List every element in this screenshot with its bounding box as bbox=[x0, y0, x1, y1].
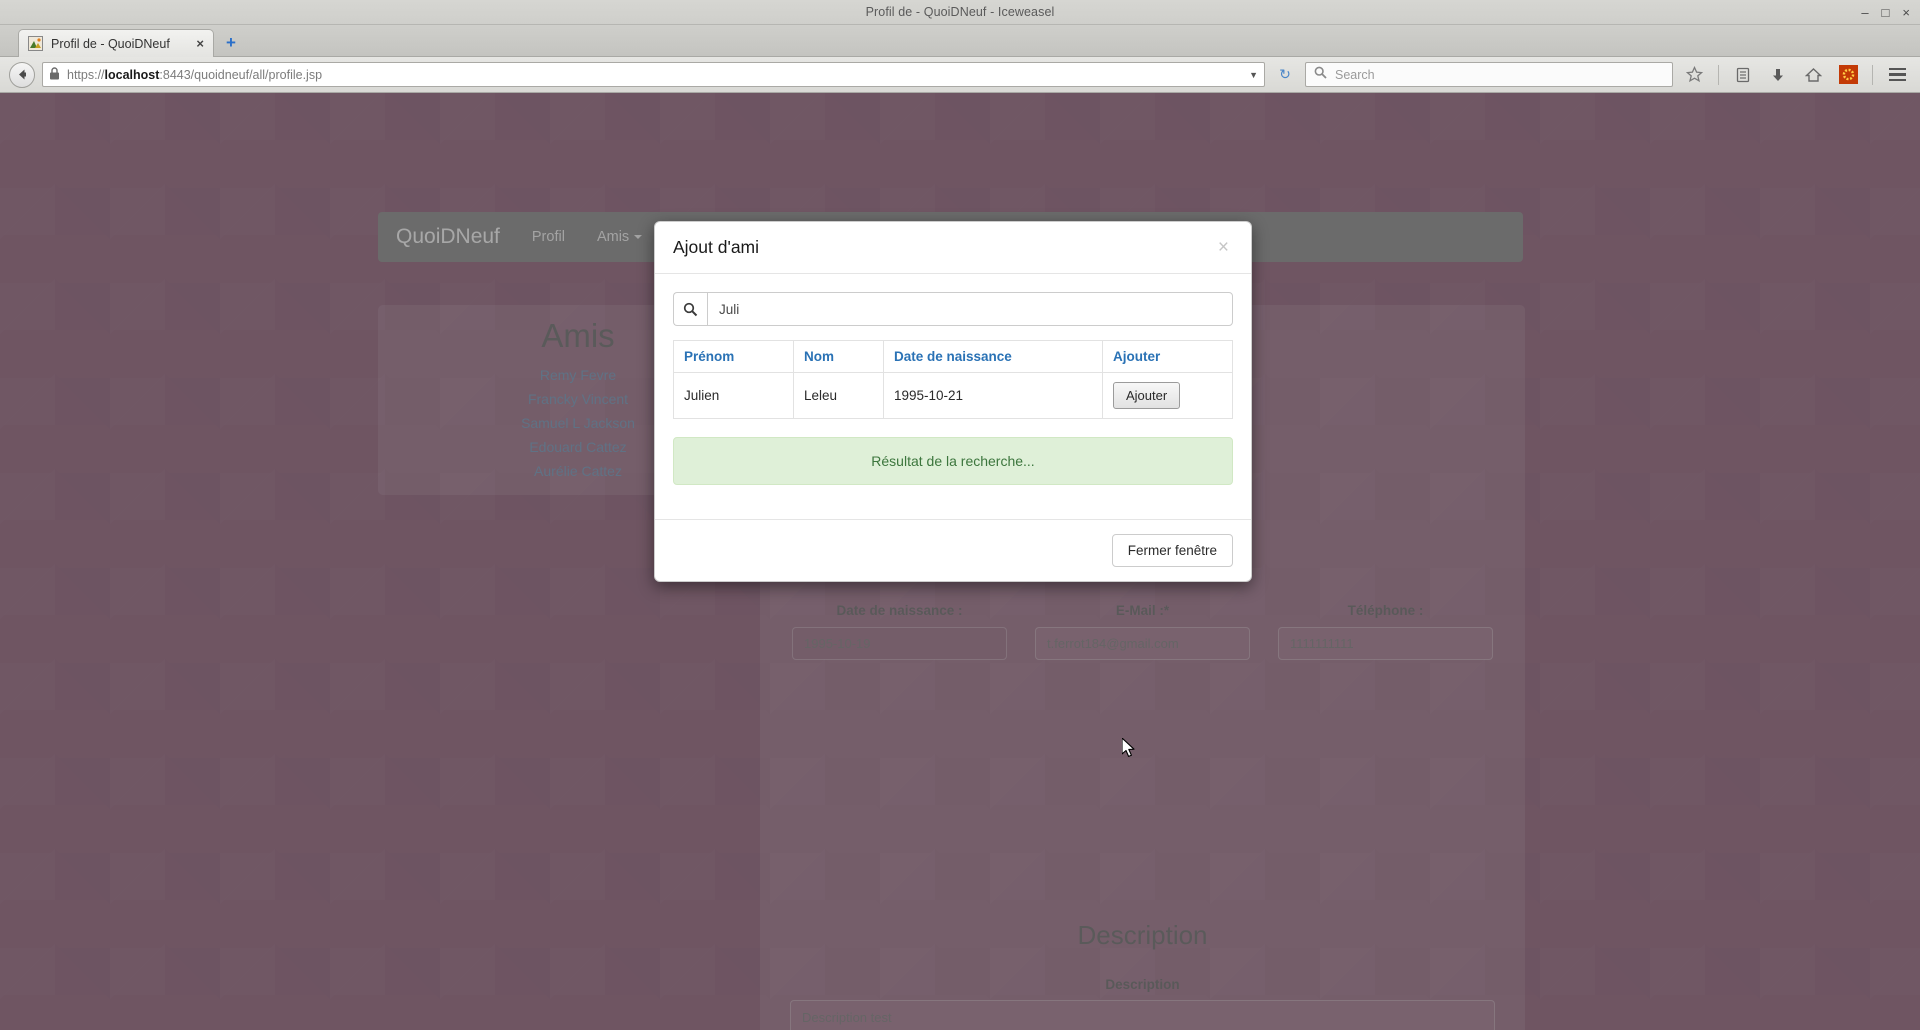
ajouter-button[interactable]: Ajouter bbox=[1113, 382, 1181, 409]
fermer-fenetre-button[interactable]: Fermer fenêtre bbox=[1111, 534, 1233, 567]
browser-search-placeholder: Search bbox=[1335, 67, 1375, 82]
toolbar-divider bbox=[1718, 64, 1719, 85]
close-window-button[interactable]: × bbox=[1902, 6, 1910, 19]
modal-body: Prénom Nom Date de naissance Ajouter Jul… bbox=[655, 274, 1251, 519]
url-text: https://localhost:8443/quoidneuf/all/pro… bbox=[67, 67, 323, 82]
tab-close-icon[interactable]: × bbox=[196, 36, 204, 51]
downloads-icon[interactable] bbox=[1764, 61, 1792, 89]
reload-button[interactable]: ↻ bbox=[1272, 62, 1298, 87]
hamburger-glyph-icon bbox=[1888, 67, 1906, 82]
close-icon[interactable]: × bbox=[1214, 238, 1233, 257]
table-row: Julien Leleu 1995-10-21 Ajouter bbox=[673, 372, 1233, 419]
reading-list-icon[interactable] bbox=[1729, 61, 1757, 89]
window-title: Profil de - QuoiDNeuf - Iceweasel bbox=[865, 5, 1055, 19]
column-header-date-de-naissance[interactable]: Date de naissance bbox=[883, 340, 1103, 373]
window-controls: – □ × bbox=[1861, 0, 1910, 25]
modal-title: Ajout d'ami bbox=[673, 237, 760, 257]
search-icon bbox=[1314, 66, 1327, 84]
addon-icon[interactable] bbox=[1834, 61, 1862, 89]
tab-title: Profil de - QuoiDNeuf bbox=[51, 36, 170, 51]
cell-date: 1995-10-21 bbox=[883, 372, 1103, 419]
window-titlebar: Profil de - QuoiDNeuf - Iceweasel – □ × bbox=[0, 0, 1920, 25]
menu-icon[interactable] bbox=[1883, 61, 1911, 89]
table-body: Julien Leleu 1995-10-21 Ajouter bbox=[673, 372, 1233, 419]
search-results-table: Prénom Nom Date de naissance Ajouter Jul… bbox=[673, 340, 1233, 419]
table-header-row: Prénom Nom Date de naissance Ajouter bbox=[673, 340, 1233, 373]
table-head: Prénom Nom Date de naissance Ajouter bbox=[673, 340, 1233, 373]
home-icon[interactable] bbox=[1799, 61, 1827, 89]
ajout-ami-modal: Ajout d'ami × Prénom bbox=[654, 221, 1252, 582]
lock-icon bbox=[49, 66, 60, 83]
page-viewport: QuoiDNeuf Profil Amis Amis Remy Fevre Fr… bbox=[0, 93, 1920, 1030]
column-header-ajouter[interactable]: Ajouter bbox=[1102, 340, 1233, 373]
bookmark-star-icon[interactable] bbox=[1680, 61, 1708, 89]
tab-favicon-icon bbox=[28, 36, 43, 51]
search-result-alert: Résultat de la recherche... bbox=[673, 437, 1233, 485]
modal-header: Ajout d'ami × bbox=[655, 222, 1251, 274]
maximize-button[interactable]: □ bbox=[1882, 6, 1890, 19]
tab-strip: Profil de - QuoiDNeuf × + bbox=[0, 25, 1920, 57]
modal-spacer bbox=[673, 485, 1233, 519]
cell-prenom: Julien bbox=[673, 372, 794, 419]
browser-window: Profil de - QuoiDNeuf - Iceweasel – □ × … bbox=[0, 0, 1920, 1030]
url-dropdown-icon[interactable]: ▼ bbox=[1249, 70, 1258, 80]
friend-search-group bbox=[673, 292, 1233, 326]
new-tab-button[interactable]: + bbox=[218, 30, 244, 56]
column-header-prenom[interactable]: Prénom bbox=[673, 340, 794, 373]
browser-tab[interactable]: Profil de - QuoiDNeuf × bbox=[18, 29, 214, 57]
browser-toolbar: https://localhost:8443/quoidneuf/all/pro… bbox=[0, 57, 1920, 93]
cell-action: Ajouter bbox=[1102, 372, 1233, 419]
addon-glyph-icon bbox=[1838, 65, 1858, 84]
search-icon bbox=[673, 292, 707, 326]
back-button[interactable] bbox=[9, 61, 35, 88]
friend-search-input[interactable] bbox=[707, 292, 1233, 326]
cell-nom: Leleu bbox=[793, 372, 884, 419]
column-header-nom[interactable]: Nom bbox=[793, 340, 884, 373]
toolbar-divider-2 bbox=[1872, 64, 1873, 85]
minimize-button[interactable]: – bbox=[1861, 6, 1868, 19]
url-bar[interactable]: https://localhost:8443/quoidneuf/all/pro… bbox=[42, 62, 1265, 87]
modal-footer: Fermer fenêtre bbox=[655, 519, 1251, 581]
browser-search-bar[interactable]: Search bbox=[1305, 62, 1673, 87]
back-arrow-icon bbox=[18, 69, 26, 80]
